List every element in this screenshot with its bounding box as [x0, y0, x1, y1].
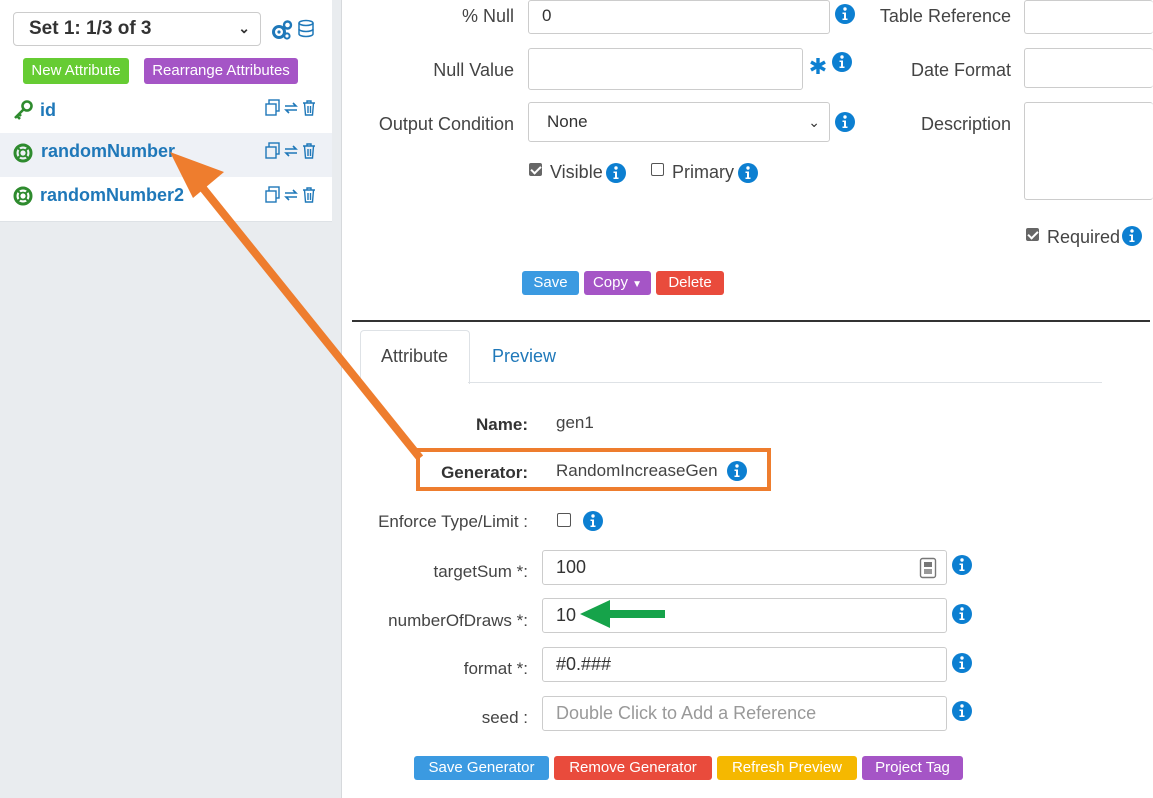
- required-label: Required: [1047, 227, 1121, 247]
- list-item[interactable]: id: [0, 89, 332, 134]
- attribute-name[interactable]: randomNumber2: [40, 185, 184, 206]
- gears-icon[interactable]: [271, 20, 293, 40]
- output-condition-select[interactable]: None ⌄: [528, 102, 830, 142]
- calculator-icon[interactable]: [919, 557, 937, 579]
- output-condition-value: None: [547, 112, 588, 131]
- delete-button[interactable]: Delete: [656, 271, 724, 295]
- visible-checkbox[interactable]: [529, 163, 542, 176]
- name-value: gen1: [556, 413, 594, 432]
- primary-checkbox[interactable]: [651, 163, 664, 176]
- name-label: Name:: [476, 415, 528, 434]
- generator-value: RandomIncreaseGen: [556, 461, 718, 480]
- enforce-type-checkbox[interactable]: [557, 513, 571, 527]
- tab-preview[interactable]: Preview: [492, 346, 556, 367]
- info-icon[interactable]: [727, 461, 747, 481]
- date-format-input[interactable]: [1024, 48, 1153, 88]
- swap-icon[interactable]: [283, 99, 298, 116]
- project-tag-button[interactable]: Project Tag: [862, 756, 963, 780]
- info-icon[interactable]: [952, 555, 972, 575]
- generator-label: Generator:: [441, 463, 528, 482]
- lifebuoy-icon: [13, 143, 33, 163]
- swap-icon[interactable]: [283, 186, 298, 203]
- info-icon[interactable]: [952, 701, 972, 721]
- format-input[interactable]: #0.###: [542, 647, 947, 682]
- required-checkbox[interactable]: [1026, 228, 1039, 241]
- trash-icon[interactable]: [301, 186, 316, 203]
- rearrange-attributes-button[interactable]: Rearrange Attributes: [144, 58, 298, 84]
- chevron-down-icon: ⌄: [808, 114, 820, 130]
- new-attribute-button[interactable]: New Attribute: [23, 58, 129, 84]
- table-reference-label: Table Reference: [879, 6, 1011, 26]
- date-format-label: Date Format: [910, 60, 1011, 80]
- database-icon[interactable]: [296, 19, 316, 40]
- description-textarea[interactable]: [1024, 102, 1153, 200]
- save-generator-button[interactable]: Save Generator: [414, 756, 549, 780]
- param-label: seed :: [481, 708, 528, 727]
- key-icon: [14, 100, 33, 120]
- param-label: format *:: [463, 659, 528, 678]
- lifebuoy-icon: [13, 186, 33, 206]
- remove-generator-button[interactable]: Remove Generator: [554, 756, 712, 780]
- copy-button-label: Copy: [592, 274, 628, 291]
- null-percent-input[interactable]: 0: [528, 0, 830, 34]
- trash-icon[interactable]: [301, 142, 316, 159]
- refresh-preview-button[interactable]: Refresh Preview: [717, 756, 857, 780]
- info-icon[interactable]: [1122, 226, 1142, 246]
- copy-icon[interactable]: [265, 99, 280, 116]
- info-icon[interactable]: [606, 163, 626, 183]
- set-selector[interactable]: Set 1: 1/3 of 3 ⌄: [13, 12, 261, 46]
- table-reference-input[interactable]: [1024, 0, 1153, 34]
- primary-label: Primary: [672, 162, 734, 182]
- null-value-label: Null Value: [433, 60, 514, 80]
- info-icon[interactable]: [952, 653, 972, 673]
- number-of-draws-input[interactable]: 10: [542, 598, 947, 633]
- info-icon[interactable]: [952, 604, 972, 624]
- copy-button[interactable]: Copy ▼: [584, 271, 651, 295]
- enforce-type-label: Enforce Type/Limit :: [378, 512, 528, 531]
- tab-baseline: [468, 382, 1102, 383]
- list-item[interactable]: randomNumber2: [0, 177, 332, 222]
- info-icon[interactable]: [583, 511, 603, 531]
- list-item[interactable]: randomNumber: [0, 133, 332, 178]
- description-label: Description: [920, 114, 1011, 134]
- param-label: numberOfDraws *:: [388, 611, 528, 630]
- copy-icon[interactable]: [265, 142, 280, 159]
- tab-attribute-label: Attribute: [381, 346, 449, 366]
- trash-icon[interactable]: [301, 99, 316, 116]
- section-divider: [352, 320, 1150, 322]
- attribute-name[interactable]: randomNumber: [41, 141, 175, 162]
- set-selector-value: Set 1: 1/3 of 3: [29, 18, 152, 39]
- copy-icon[interactable]: [265, 186, 280, 203]
- param-label: targetSum *:: [433, 562, 529, 581]
- visible-label: Visible: [550, 162, 603, 182]
- swap-icon[interactable]: [283, 142, 298, 159]
- info-icon[interactable]: [835, 4, 855, 24]
- info-icon[interactable]: [835, 112, 855, 132]
- seed-input[interactable]: Double Click to Add a Reference: [542, 696, 947, 731]
- info-icon[interactable]: [738, 163, 758, 183]
- seed-placeholder: Double Click to Add a Reference: [556, 703, 817, 723]
- asterisk-icon: [810, 58, 826, 74]
- caret-down-icon: ▼: [632, 279, 643, 290]
- save-button[interactable]: Save: [522, 271, 579, 295]
- target-sum-input[interactable]: 100: [542, 550, 947, 585]
- chevron-down-icon: ⌄: [238, 20, 250, 36]
- null-value-input[interactable]: [528, 48, 803, 90]
- null-percent-label: % Null: [461, 6, 514, 26]
- attribute-name[interactable]: id: [40, 100, 56, 121]
- output-condition-label: Output Condition: [378, 114, 514, 134]
- info-icon[interactable]: [832, 52, 852, 72]
